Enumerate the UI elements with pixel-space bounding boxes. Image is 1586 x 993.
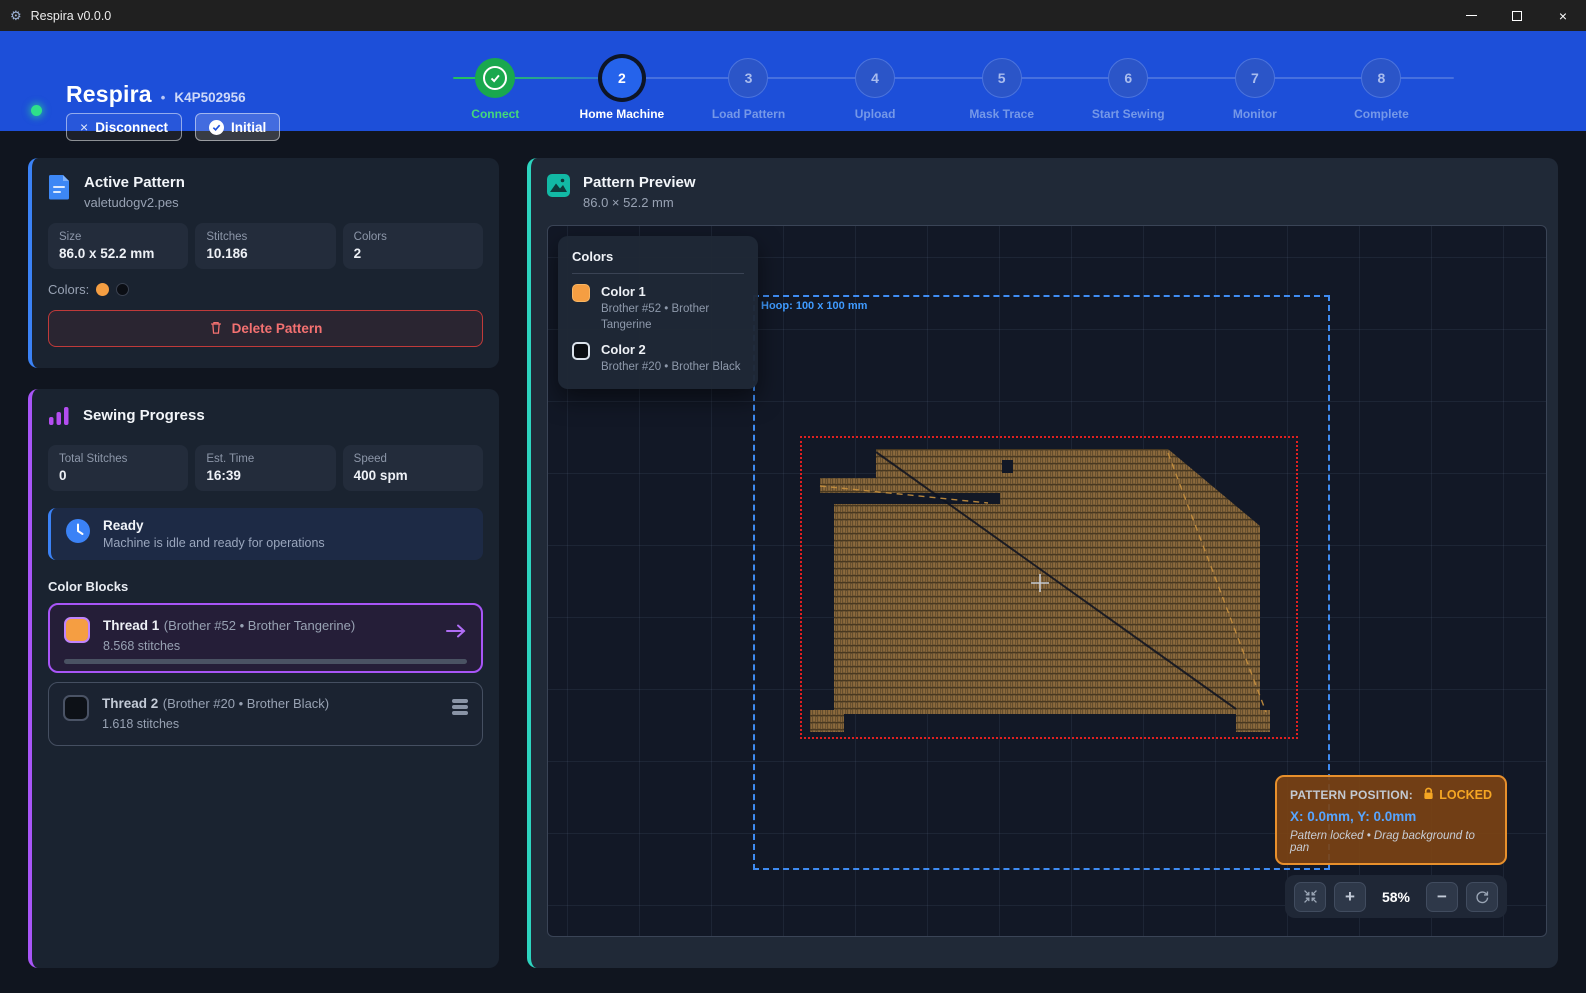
locked-label: LOCKED <box>1439 788 1492 802</box>
color-dot-orange <box>96 283 109 296</box>
bar-chart-icon <box>48 405 70 432</box>
colors-legend: Colors Color 1 Brother #52 • Brother Tan… <box>558 236 758 389</box>
clock-icon <box>65 518 91 549</box>
thread-2-swatch <box>63 695 89 721</box>
arrow-right-icon <box>445 623 467 644</box>
brand-separator: • <box>161 90 166 105</box>
brand: Respira • K4P502956 <box>66 81 246 108</box>
close-button[interactable]: × <box>1540 0 1586 31</box>
legend-color-1: Color 1 Brother #52 • Brother Tangerine <box>572 284 744 333</box>
zoom-level: 58% <box>1374 889 1418 905</box>
active-pattern-card: Active Pattern valetudogv2.pes Size 86.0… <box>28 158 499 368</box>
step-start-sewing[interactable]: 6 Start Sewing <box>1065 31 1192 121</box>
lock-icon <box>1423 787 1434 803</box>
x-icon: × <box>80 119 88 135</box>
preview-dims: 86.0 × 52.2 mm <box>583 195 696 210</box>
stat-colors: Colors 2 <box>343 223 483 269</box>
thread-1-swatch <box>64 617 90 643</box>
brand-name: Respira <box>66 81 152 108</box>
thread-2-block[interactable]: Thread 2 (Brother #20 • Brother Black) 1… <box>48 682 483 746</box>
layers-icon <box>452 699 468 715</box>
legend-swatch-1 <box>572 284 590 302</box>
image-icon <box>547 174 570 210</box>
step-monitor[interactable]: 7 Monitor <box>1192 31 1319 121</box>
delete-pattern-button[interactable]: Delete Pattern <box>48 310 483 347</box>
preview-title: Pattern Preview <box>583 174 696 191</box>
check-circle-icon <box>209 120 224 135</box>
preview-canvas[interactable]: Hoop: 100 x 100 mm Colors Color 1 Brothe… <box>547 225 1547 937</box>
stat-est-time: Est. Time 16:39 <box>195 445 335 491</box>
step-complete[interactable]: 8 Complete <box>1318 31 1445 121</box>
window-title: Respira v0.0.0 <box>31 9 112 23</box>
connection-status-dot <box>31 105 42 116</box>
maximize-button[interactable] <box>1494 0 1540 31</box>
stat-total-stitches: Total Stitches 0 <box>48 445 188 491</box>
pattern-lock-hint: Pattern locked • Drag background to pan <box>1290 830 1492 854</box>
delete-pattern-label: Delete Pattern <box>232 321 323 336</box>
initial-label: Initial <box>231 120 266 135</box>
fit-view-button[interactable] <box>1294 882 1326 912</box>
stat-stitches: Stitches 10.186 <box>195 223 335 269</box>
sewing-progress-card: Sewing Progress Total Stitches 0 Est. Ti… <box>28 389 499 968</box>
active-pattern-title: Active Pattern <box>84 174 185 191</box>
pattern-bounds <box>800 436 1298 739</box>
pattern-preview-panel: Pattern Preview 86.0 × 52.2 mm <box>527 158 1558 968</box>
app-icon: ⚙ <box>10 8 22 24</box>
step-home-machine[interactable]: 2 Home Machine <box>559 31 686 121</box>
pattern-position-label: PATTERN POSITION: <box>1290 788 1413 802</box>
trash-icon <box>209 320 223 338</box>
window-titlebar: ⚙ Respira v0.0.0 × <box>0 0 1586 31</box>
pattern-filename: valetudogv2.pes <box>84 195 185 210</box>
hoop-label: Hoop: 100 x 100 mm <box>761 300 867 312</box>
colors-label: Colors: <box>48 282 89 297</box>
status-desc: Machine is idle and ready for operations <box>103 536 325 550</box>
zoom-in-button[interactable]: + <box>1334 882 1366 912</box>
reset-view-button[interactable] <box>1466 882 1498 912</box>
file-icon <box>48 174 71 205</box>
zoom-out-button[interactable]: − <box>1426 882 1458 912</box>
stat-speed: Speed 400 spm <box>343 445 483 491</box>
legend-swatch-2 <box>572 342 590 360</box>
wizard-stepper: Connect 2 Home Machine 3 Load Pattern 4 … <box>432 31 1452 131</box>
minimize-button[interactable] <box>1448 0 1494 31</box>
thread-1-progress-track <box>64 659 467 664</box>
initial-button[interactable]: Initial <box>195 113 280 141</box>
step-connect[interactable]: Connect <box>432 31 559 121</box>
pattern-position-overlay: PATTERN POSITION: LOCKED X: 0.0mm, Y: 0.… <box>1275 775 1507 865</box>
zoom-controls: + 58% − <box>1285 875 1507 918</box>
sewing-progress-title: Sewing Progress <box>83 407 205 424</box>
step-load-pattern[interactable]: 3 Load Pattern <box>685 31 812 121</box>
step-circle-active[interactable]: 2 <box>602 58 642 98</box>
step-upload[interactable]: 4 Upload <box>812 31 939 121</box>
disconnect-label: Disconnect <box>95 120 168 135</box>
color-dot-black <box>116 283 129 296</box>
legend-title: Colors <box>572 249 744 264</box>
app-header: Respira • K4P502956 × Disconnect Initial… <box>0 31 1586 131</box>
stat-size: Size 86.0 x 52.2 mm <box>48 223 188 269</box>
disconnect-button[interactable]: × Disconnect <box>66 113 182 141</box>
status-title: Ready <box>103 518 325 533</box>
legend-color-2: Color 2 Brother #20 • Brother Black <box>572 342 744 376</box>
step-circle-done[interactable] <box>475 58 515 98</box>
pattern-coords: X: 0.0mm, Y: 0.0mm <box>1290 809 1492 824</box>
thread-1-block[interactable]: Thread 1 (Brother #52 • Brother Tangerin… <box>48 603 483 673</box>
color-blocks-label: Color Blocks <box>32 579 499 594</box>
step-mask-trace[interactable]: 5 Mask Trace <box>938 31 1065 121</box>
machine-status-box: Ready Machine is idle and ready for oper… <box>48 508 483 560</box>
machine-serial: K4P502956 <box>174 90 245 105</box>
